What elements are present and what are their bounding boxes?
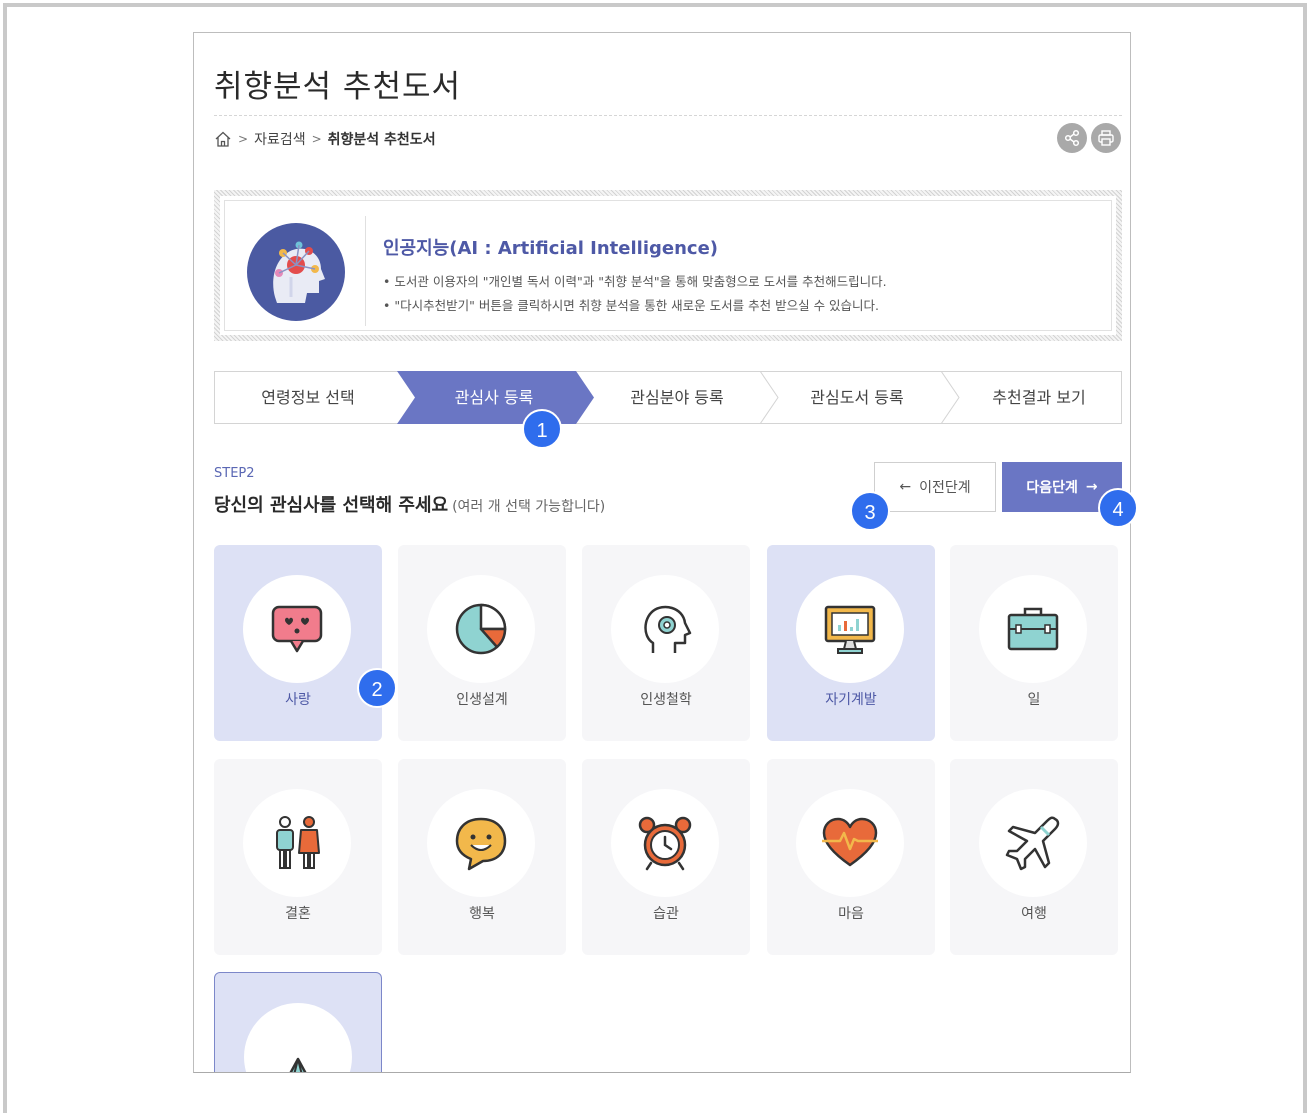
interest-icon-circle bbox=[796, 575, 904, 683]
interest-card-self-dev[interactable]: 자기계발 bbox=[767, 545, 935, 741]
briefcase-icon bbox=[1007, 607, 1059, 651]
pie-chart-icon bbox=[455, 603, 507, 655]
annotation-badge-2: 2 bbox=[357, 668, 397, 708]
interest-label: 행복 bbox=[469, 906, 495, 922]
interest-label: 인생철학 bbox=[640, 692, 692, 708]
couple-icon bbox=[276, 816, 320, 869]
annotation-badge-3: 3 bbox=[850, 491, 890, 531]
interest-icon-circle bbox=[244, 1003, 352, 1072]
interest-icon-circle bbox=[243, 789, 351, 897]
step-age-info[interactable]: 연령정보 선택 bbox=[228, 371, 388, 424]
interest-label: 여행 bbox=[1021, 906, 1047, 922]
step-number: STEP2 bbox=[214, 466, 255, 481]
interest-card-happiness[interactable]: 행복 bbox=[398, 759, 566, 955]
annotation-badge-4: 4 bbox=[1098, 488, 1138, 528]
prev-step-button[interactable]: ← 이전단계 bbox=[874, 462, 996, 512]
next-step-label: 다음단계 bbox=[1026, 480, 1078, 496]
ai-head-icon bbox=[247, 223, 345, 321]
airplane-icon bbox=[1005, 816, 1060, 871]
interest-icon-circle bbox=[979, 575, 1087, 683]
breadcrumb-separator: > bbox=[238, 132, 249, 146]
interest-card-work[interactable]: 일 bbox=[950, 545, 1118, 741]
step-progress: 연령정보 선택 관심사 등록 관심분야 등록 관심도서 등록 추천결과 보기 bbox=[214, 371, 1122, 424]
interest-label: 습관 bbox=[653, 906, 679, 922]
arrow-right-icon: → bbox=[1085, 479, 1098, 495]
interest-icon-circle bbox=[427, 789, 535, 897]
interest-label: 인생설계 bbox=[456, 692, 508, 708]
step-fields[interactable]: 관심분야 등록 bbox=[597, 371, 757, 424]
interest-card-love[interactable]: 사랑 bbox=[214, 545, 382, 741]
interest-label: 결혼 bbox=[285, 906, 311, 922]
interest-icon-circle bbox=[979, 789, 1087, 897]
interest-icon-circle bbox=[243, 575, 351, 683]
step-books[interactable]: 관심도서 등록 bbox=[777, 371, 937, 424]
breadcrumb-item-search[interactable]: 자료검색 bbox=[254, 129, 306, 149]
interest-card-camping[interactable] bbox=[214, 972, 382, 1072]
title-divider bbox=[214, 115, 1122, 116]
heart-pulse-icon bbox=[822, 817, 878, 867]
smile-icon bbox=[455, 817, 507, 871]
ai-description-line: • 도서관 이용자의 "개인별 독서 이력"과 "취향 분석"을 통해 맞춤형으… bbox=[383, 274, 887, 289]
page-title: 취향분석 추천도서 bbox=[214, 69, 462, 105]
home-icon[interactable] bbox=[214, 130, 232, 148]
monitor-chart-icon bbox=[824, 605, 876, 654]
breadcrumb-current: 취향분석 추천도서 bbox=[327, 132, 436, 148]
love-chat-icon bbox=[271, 605, 323, 653]
interest-icon-circle bbox=[427, 575, 535, 683]
interest-card-marriage[interactable]: 결혼 bbox=[214, 759, 382, 955]
print-button[interactable] bbox=[1091, 123, 1121, 153]
tent-icon bbox=[289, 1057, 307, 1072]
step-heading: 당신의 관심사를 선택해 주세요 (여러 개 선택 가능합니다) bbox=[214, 491, 605, 517]
print-icon bbox=[1098, 130, 1114, 146]
alarm-clock-icon bbox=[638, 816, 692, 871]
interest-card-mind[interactable]: 마음 bbox=[767, 759, 935, 955]
share-icon bbox=[1064, 129, 1080, 147]
breadcrumb: > 자료검색 > 취향분석 추천도서 bbox=[214, 129, 436, 149]
interest-card-life-plan[interactable]: 인생설계 bbox=[398, 545, 566, 741]
ai-description-line: • "다시추천받기" 버튼을 클릭하시면 취향 분석을 통한 새로운 도서를 추… bbox=[383, 298, 880, 313]
interest-card-habit[interactable]: 습관 bbox=[582, 759, 750, 955]
interest-label: 자기계발 bbox=[825, 692, 877, 708]
step-heading-sub: (여러 개 선택 가능합니다) bbox=[452, 499, 606, 515]
interest-label: 일 bbox=[1027, 692, 1041, 708]
ai-divider bbox=[365, 216, 366, 326]
interest-icon-circle bbox=[796, 789, 904, 897]
interest-icon-circle bbox=[611, 789, 719, 897]
head-gear-icon bbox=[644, 605, 692, 653]
breadcrumb-separator: > bbox=[311, 132, 322, 146]
interest-icon-circle bbox=[611, 575, 719, 683]
arrow-left-icon: ← bbox=[899, 479, 912, 495]
step-heading-text: 당신의 관심사를 선택해 주세요 bbox=[214, 495, 449, 516]
ai-title: 인공지능(AI : Artificial Intelligence) bbox=[383, 238, 719, 259]
step-results[interactable]: 추천결과 보기 bbox=[959, 371, 1119, 424]
share-button[interactable] bbox=[1057, 123, 1087, 153]
interest-card-travel[interactable]: 여행 bbox=[950, 759, 1118, 955]
interest-card-philosophy[interactable]: 인생철학 bbox=[582, 545, 750, 741]
content-panel: 취향분석 추천도서 > 자료검색 > 취향분석 추천도서 인공지능(AI: A… bbox=[193, 32, 1131, 1073]
ai-intro-box: 인공지능(AI : Artificial Intelligence) • 도서관… bbox=[214, 190, 1122, 341]
prev-step-label: 이전단계 bbox=[919, 480, 971, 496]
interest-label: 마음 bbox=[838, 906, 864, 922]
annotation-badge-1: 1 bbox=[522, 409, 562, 449]
